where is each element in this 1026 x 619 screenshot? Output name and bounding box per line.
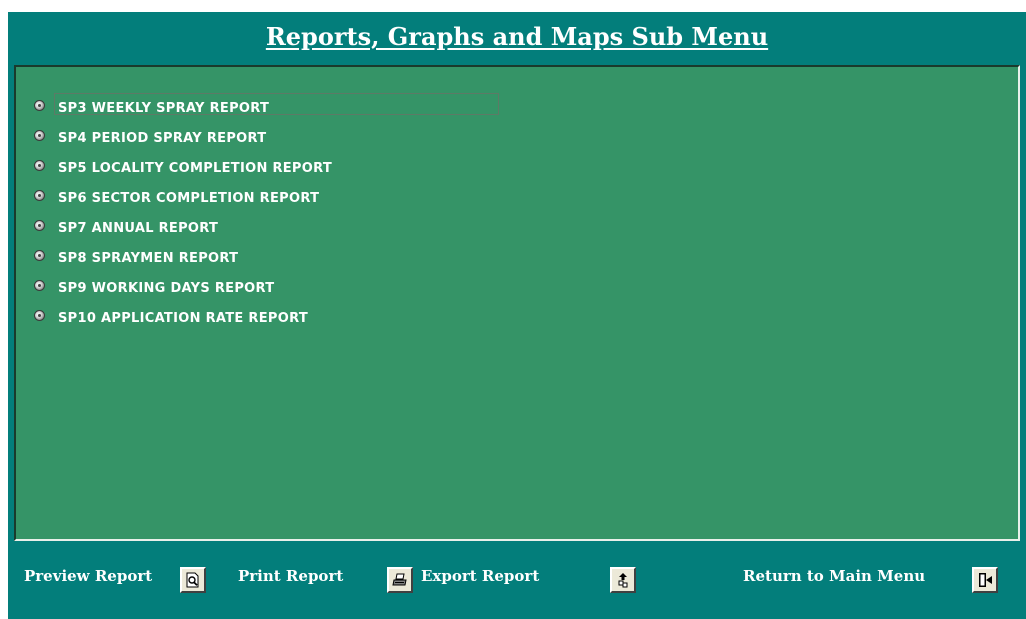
report-option-label: SP3 WEEKLY SPRAY REPORT (58, 100, 270, 116)
report-option-label: SP9 WORKING DAYS REPORT (58, 280, 275, 296)
preview-report-label: Preview Report (24, 567, 153, 585)
report-option-group: SP3 WEEKLY SPRAY REPORT SP4 PERIOD SPRAY… (34, 93, 499, 333)
radio-button-icon[interactable] (34, 309, 45, 321)
report-option-label: SP10 APPLICATION RATE REPORT (58, 310, 308, 326)
export-report-button[interactable] (610, 567, 636, 593)
preview-magnifier-icon (186, 572, 199, 588)
print-report-label: Print Report (238, 567, 344, 585)
report-option-sp4[interactable]: SP4 PERIOD SPRAY REPORT (34, 123, 332, 153)
report-option-label: SP6 SECTOR COMPLETION REPORT (58, 190, 320, 206)
report-option-sp3[interactable]: SP3 WEEKLY SPRAY REPORT (34, 93, 499, 123)
exit-door-icon (979, 573, 992, 587)
return-main-menu-button[interactable] (972, 567, 998, 593)
radio-button-icon[interactable] (34, 189, 45, 201)
action-bar: Preview Report Print Report Export Repor… (8, 545, 1026, 615)
report-option-sp7[interactable]: SP7 ANNUAL REPORT (34, 213, 332, 243)
radio-button-icon[interactable] (34, 159, 45, 171)
report-option-sp8[interactable]: SP8 SPRAYMEN REPORT (34, 243, 332, 273)
printer-icon (392, 573, 407, 586)
radio-button-icon[interactable] (34, 279, 45, 291)
radio-button-icon[interactable] (34, 99, 45, 111)
report-option-label: SP4 PERIOD SPRAY REPORT (58, 130, 267, 146)
report-option-sp9[interactable]: SP9 WORKING DAYS REPORT (34, 273, 332, 303)
report-option-sp5[interactable]: SP5 LOCALITY COMPLETION REPORT (34, 153, 332, 183)
report-option-label: SP5 LOCALITY COMPLETION REPORT (58, 160, 333, 176)
export-icon (618, 573, 628, 588)
report-option-label: SP7 ANNUAL REPORT (58, 220, 219, 236)
preview-report-button[interactable] (180, 567, 206, 593)
radio-button-icon[interactable] (34, 219, 45, 231)
export-report-label: Export Report (421, 567, 540, 585)
report-option-sp6[interactable]: SP6 SECTOR COMPLETION REPORT (34, 183, 332, 213)
return-main-menu-label: Return to Main Menu (743, 567, 926, 585)
report-option-sp10[interactable]: SP10 APPLICATION RATE REPORT (34, 303, 332, 333)
radio-button-icon[interactable] (34, 129, 45, 141)
submenu-form: Reports, Graphs and Maps Sub Menu SP3 WE… (8, 12, 1026, 619)
report-option-label: SP8 SPRAYMEN REPORT (58, 250, 239, 266)
report-options-panel: SP3 WEEKLY SPRAY REPORT SP4 PERIOD SPRAY… (14, 65, 1020, 541)
radio-button-icon[interactable] (34, 249, 45, 261)
page-title: Reports, Graphs and Maps Sub Menu (265, 22, 769, 51)
print-report-button[interactable] (387, 567, 413, 593)
